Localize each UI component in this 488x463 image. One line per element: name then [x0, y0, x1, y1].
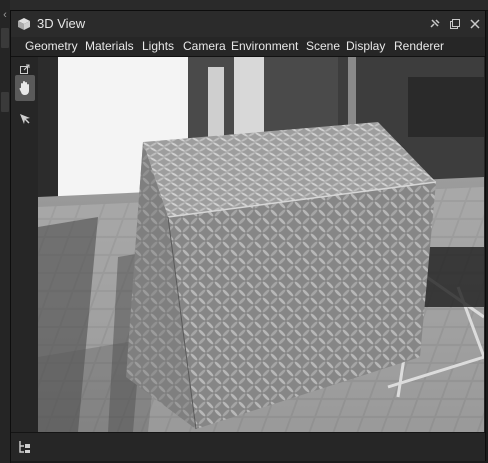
- menu-scene[interactable]: Scene: [306, 39, 340, 54]
- menubar: Geometry Materials Lights Camera Environ…: [11, 37, 485, 57]
- menu-lights[interactable]: Lights: [142, 39, 174, 54]
- viewport-bottombar: [11, 432, 485, 461]
- select-arrow-icon[interactable]: [15, 109, 35, 129]
- close-icon[interactable]: [467, 16, 483, 32]
- app-frame: ‹ 3D View Geometry Materials Lights Came…: [0, 0, 488, 463]
- menu-display[interactable]: Display: [346, 39, 385, 54]
- dock-handle[interactable]: [1, 92, 9, 112]
- 3d-view-panel: 3D View Geometry Materials Lights Camera…: [10, 10, 486, 461]
- cube-icon: [18, 18, 30, 30]
- menu-geometry[interactable]: Geometry: [25, 39, 78, 54]
- pan-hand-icon[interactable]: [15, 75, 35, 101]
- 3d-viewport[interactable]: [38, 57, 484, 432]
- scene-tree-icon[interactable]: [17, 440, 33, 456]
- menu-materials[interactable]: Materials: [85, 39, 134, 54]
- panel-title: 3D View: [37, 16, 86, 31]
- menu-renderer[interactable]: Renderer: [394, 39, 444, 54]
- dock-handle[interactable]: [1, 28, 9, 48]
- collapse-chevron-icon[interactable]: ‹: [0, 10, 10, 21]
- float-window-icon[interactable]: [447, 16, 463, 32]
- menu-environment[interactable]: Environment: [231, 39, 298, 54]
- pin-icon[interactable]: [427, 16, 443, 32]
- scene-render: [38, 57, 484, 432]
- panel-titlebar[interactable]: 3D View: [11, 11, 485, 37]
- viewport-toolstrip: [11, 57, 38, 432]
- menu-camera[interactable]: Camera: [183, 39, 226, 54]
